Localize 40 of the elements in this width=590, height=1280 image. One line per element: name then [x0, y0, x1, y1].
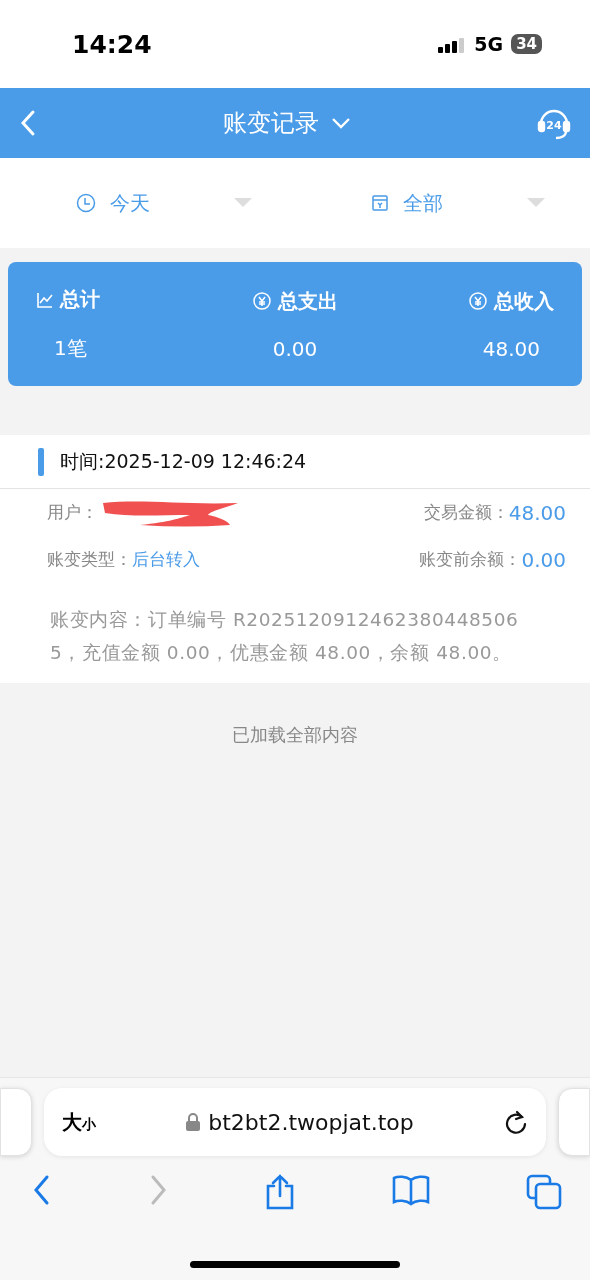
- reload-icon[interactable]: [504, 1109, 528, 1135]
- text-size-big: 大: [62, 1108, 82, 1136]
- dropdown-triangle-icon: [234, 198, 252, 208]
- amount-label: 交易金额：: [423, 501, 509, 524]
- chart-icon: [36, 290, 54, 309]
- balance-before-value: 0.00: [521, 547, 566, 572]
- lock-icon: [186, 1113, 201, 1131]
- filter-dropdown[interactable]: 全部: [295, 158, 590, 248]
- clock-time: 14:24: [72, 29, 152, 59]
- summary-label: 总计: [60, 286, 100, 313]
- dropdown-triangle-icon: [527, 198, 545, 208]
- balance-before-label: 账变前余额：: [419, 548, 522, 571]
- battery-level: 34: [511, 34, 542, 54]
- summary-label: 总收入: [494, 287, 554, 315]
- url-text: bt2bt2.twopjat.top: [208, 1109, 414, 1135]
- record-time: 时间:2025-12-09 12:46:24: [60, 448, 307, 474]
- summary-value: 48.00: [481, 336, 541, 361]
- address-bar[interactable]: 大小 bt2bt2.twopjat.top: [44, 1088, 546, 1156]
- clock-icon: [76, 193, 96, 213]
- page-title[interactable]: 账变记录: [223, 107, 319, 139]
- share-button[interactable]: [264, 1174, 296, 1210]
- yuan-icon: [252, 291, 272, 311]
- yuan-icon: [468, 291, 488, 311]
- signal-icon: [438, 35, 467, 53]
- wallet-icon: [371, 194, 389, 212]
- chevron-down-icon: [331, 117, 351, 129]
- summary-label: 总支出: [278, 287, 338, 315]
- user-label: 用户：: [47, 501, 98, 524]
- network-label: 5G: [474, 33, 504, 55]
- text-size-small: 小: [82, 1115, 96, 1134]
- filter-dropdown[interactable]: 今天: [0, 158, 295, 248]
- end-of-list-note: 已加载全部内容: [231, 723, 359, 747]
- tabs-button[interactable]: [526, 1174, 562, 1210]
- type-value: 后台转入: [132, 548, 200, 571]
- type-label: 账变类型：: [47, 548, 132, 571]
- amount-value: 48.00: [508, 500, 566, 525]
- summary-value: 1笔: [53, 335, 88, 362]
- accent-bar: [38, 447, 44, 476]
- record-content: 账变内容：订单编号 R20251209124623804485065，充值金额 0.00，优惠金额 48.00，余额 48.00。: [50, 608, 520, 665]
- summary-value: 0.00: [272, 336, 318, 361]
